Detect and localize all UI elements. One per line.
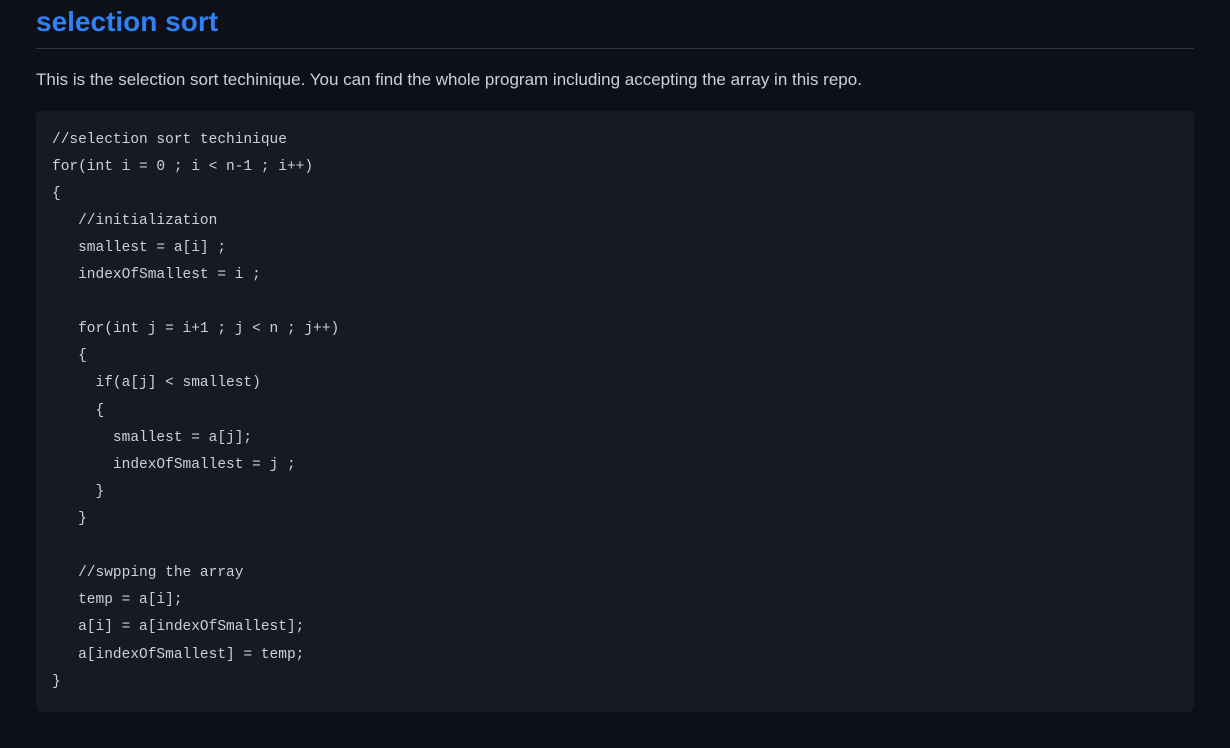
readme-container: selection sort This is the selection sor… (0, 6, 1230, 712)
section-heading[interactable]: selection sort (36, 6, 1194, 49)
code-content: //selection sort techinique for(int i = … (52, 127, 1178, 696)
code-block: //selection sort techinique for(int i = … (36, 111, 1194, 712)
section-description: This is the selection sort techinique. Y… (36, 67, 1194, 93)
